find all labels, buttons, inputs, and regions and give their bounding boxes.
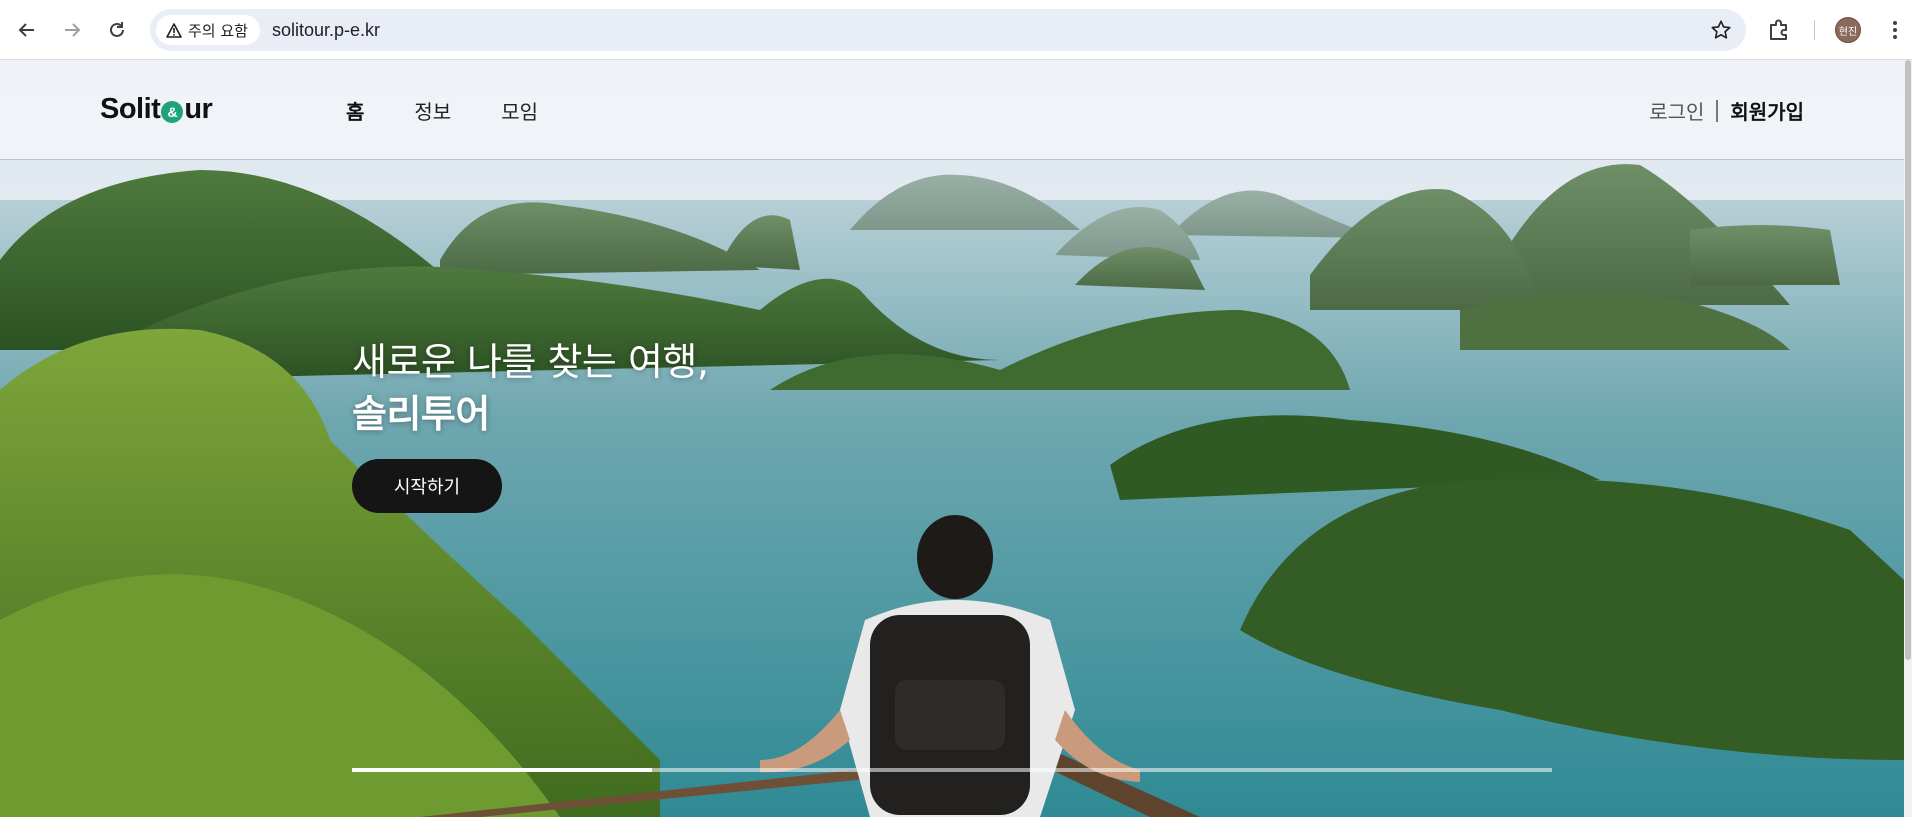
slide-progress-fill (352, 768, 652, 772)
reload-button[interactable] (101, 14, 133, 46)
page-scrollbar[interactable] (1904, 60, 1912, 817)
security-chip[interactable]: 주의 요함 (156, 15, 260, 45)
security-label: 주의 요함 (188, 21, 248, 40)
site-header: Solitur 홈 정보 모임 로그인 회원가입 (0, 60, 1904, 160)
slide-progress-bar[interactable] (352, 768, 1552, 772)
warning-icon (166, 22, 182, 38)
main-nav: 홈 정보 모임 (346, 96, 538, 125)
browser-toolbar: 주의 요함 solitour.p-e.kr 현진 (0, 0, 1912, 60)
signup-link[interactable]: 회원가입 (1730, 96, 1804, 125)
back-button[interactable] (11, 14, 43, 46)
reload-icon (110, 22, 124, 37)
logo-text-left: Solit (100, 93, 161, 125)
nav-item-info[interactable]: 정보 (414, 96, 451, 125)
bookmark-star-icon[interactable] (1710, 19, 1732, 41)
page-viewport: Solitur 홈 정보 모임 로그인 회원가입 새로운 나를 찾는 여행, 솔… (0, 60, 1904, 817)
hero-title: 새로운 나를 찾는 여행, 솔리투어 (352, 336, 709, 440)
hero-subtitle: 새로운 나를 찾는 여행, (352, 340, 709, 384)
auth-divider (1716, 99, 1719, 122)
nav-item-home[interactable]: 홈 (346, 96, 364, 125)
profile-avatar[interactable]: 현진 (1835, 17, 1861, 43)
login-link[interactable]: 로그인 (1649, 96, 1704, 125)
arrow-left-icon (18, 23, 34, 37)
start-button[interactable]: 시작하기 (352, 459, 502, 513)
forward-button[interactable] (56, 14, 88, 46)
browser-menu-icon[interactable] (1880, 15, 1910, 45)
solitour-logo[interactable]: Solitur (100, 93, 213, 126)
auth-links: 로그인 회원가입 (1649, 96, 1804, 125)
hero-background-image (0, 60, 1904, 817)
logo-mark-icon (161, 100, 184, 123)
logo-text-right: ur (184, 93, 213, 125)
toolbar-divider (1814, 20, 1815, 40)
hero-brand-title: 솔리투어 (352, 392, 490, 436)
extensions-puzzle-icon[interactable] (1766, 17, 1792, 43)
arrow-right-icon (65, 23, 81, 37)
scrollbar-thumb[interactable] (1905, 60, 1911, 660)
address-bar[interactable]: 주의 요함 solitour.p-e.kr (150, 9, 1746, 51)
nav-item-meetup[interactable]: 모임 (501, 96, 538, 125)
url-text[interactable]: solitour.p-e.kr (272, 20, 380, 41)
